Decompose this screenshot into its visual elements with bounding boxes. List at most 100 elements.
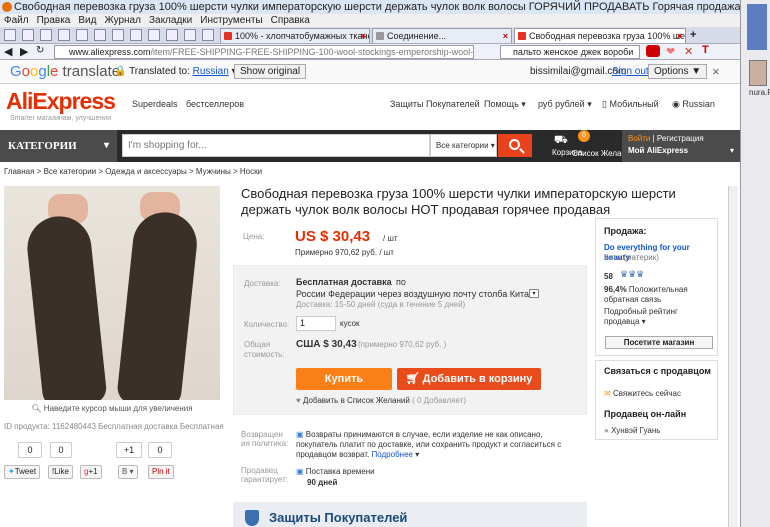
menu-tools[interactable]: Инструменты [200, 15, 262, 26]
visit-store-button[interactable]: Посетите магазин [605, 336, 713, 349]
price-section: Цена: US $ 30,43 / шт Примерно 970,62 ру… [233, 222, 587, 262]
menu-help[interactable]: Справка [271, 15, 310, 26]
pinned-tab-icon[interactable] [22, 29, 34, 41]
avatar[interactable] [749, 60, 767, 86]
currency-menu[interactable]: руб рублей ▾ [538, 99, 592, 110]
product-image[interactable] [4, 186, 220, 400]
pinned-tab-icon[interactable] [4, 29, 16, 41]
gplus-button[interactable]: g+1 [80, 465, 102, 479]
add-to-cart-button[interactable]: 🛒︎ Добавить в корзину [397, 368, 541, 390]
bestsellers-link[interactable]: бестселлеров [186, 99, 244, 109]
buyer-protection-link[interactable]: Защиты Покупателей [390, 99, 480, 109]
addon-icon[interactable] [646, 45, 660, 57]
pinned-tab-icon[interactable] [94, 29, 106, 41]
categories-button[interactable]: КАТЕГОРИИ [0, 130, 117, 162]
shield-icon [245, 510, 259, 526]
shipping-to: по [396, 277, 406, 287]
sign-out-link[interactable]: Sign out [612, 66, 649, 77]
tweet-button[interactable]: ✦Tweet [4, 465, 41, 479]
language-link[interactable]: ◉ Russian [672, 99, 715, 110]
new-tab-icon[interactable]: + [690, 29, 702, 41]
language-select[interactable]: Russian [193, 66, 229, 77]
search-category-select[interactable]: Все категории ▾ [430, 134, 497, 157]
options-button[interactable]: Options ▼ [648, 64, 708, 79]
buy-now-button[interactable]: Купить [296, 368, 392, 390]
share-button[interactable]: B ▾ [118, 465, 138, 479]
purchase-panel: Доставка: Бесплатная доставка по России … [233, 265, 587, 415]
quantity-unit: кусок [340, 319, 360, 328]
medal-icon: ♛♛♛ [620, 269, 645, 279]
pinned-tab-icon[interactable] [58, 29, 70, 41]
returns-label: Возвращен ия политика: [241, 430, 289, 448]
quantity-input[interactable]: 1 [296, 316, 336, 331]
mobile-icon: ▯ [602, 99, 607, 109]
help-menu[interactable]: Помощь ▾ [484, 99, 526, 110]
pinned-tab-icon[interactable] [130, 29, 142, 41]
register-link[interactable]: Регистрация [657, 134, 704, 143]
total-price: США $ 30,43 [296, 339, 357, 350]
menu-edit[interactable]: Правка [37, 15, 71, 26]
side-label: nura.Fe [749, 88, 770, 97]
more-link[interactable]: Подробнее [371, 450, 413, 459]
status-icon: ● [604, 426, 609, 435]
returns-policy: ▣ Возвраты принимаются в случае, если из… [296, 430, 562, 459]
close-tab-icon[interactable]: × [503, 29, 508, 43]
pinned-tab-icon[interactable] [76, 29, 88, 41]
menu-bookmarks[interactable]: Закладки [149, 15, 192, 26]
contact-title: Связаться с продавцом [604, 366, 711, 376]
back-icon[interactable]: ◀ [4, 45, 12, 58]
url-bar[interactable]: www.aliexpress.com/item/FREE-SHIPPING-FR… [54, 45, 474, 59]
contact-now-link[interactable]: ✉ Свяжитесь сейчас [604, 389, 681, 399]
browser-search-input[interactable]: пальто женское джек вороби [500, 45, 640, 59]
pinterest-button[interactable]: Pin it [148, 465, 174, 479]
tab-connecting[interactable]: Соединение... × [372, 28, 512, 43]
menu-file[interactable]: Файл [4, 15, 29, 26]
tab-cotton[interactable]: 100% - хлопчатобумажных тканей, ...× [220, 28, 370, 43]
breadcrumb[interactable]: Главная > Все категории > Одежда и аксес… [4, 167, 262, 176]
tab-bar: 100% - хлопчатобумажных тканей, ...× Сое… [0, 27, 740, 44]
close-tab-icon[interactable]: × [361, 29, 366, 43]
window-title-bar: Свободная перевозка груза 100% шерсти чу… [0, 0, 740, 14]
menu-view[interactable]: Вид [78, 15, 96, 26]
check-icon: ▣ [296, 430, 304, 439]
addon-icon[interactable]: T [702, 44, 709, 56]
navigation-bar: ◀ ▶ ↻ www.aliexpress.com/item/FREE-SHIPP… [0, 44, 740, 60]
pinned-tab-icon[interactable] [166, 29, 178, 41]
mobile-link[interactable]: ▯ Мобильный [602, 99, 659, 110]
pinned-tab-icon[interactable] [184, 29, 196, 41]
scrollbar[interactable] [728, 186, 738, 527]
search-button[interactable] [498, 134, 532, 157]
account-menu[interactable]: Войти | Регистрация Мой AliExpress ▾ [622, 130, 740, 162]
mail-icon: ✉ [604, 389, 611, 398]
tab-current-product[interactable]: Свободная перевозка груза 100% шерсти ..… [514, 28, 686, 43]
shipping-time: Доставка: 15-50 дней (суда в течение 5 д… [296, 300, 466, 309]
addon-icon[interactable]: ✕ [684, 45, 693, 58]
shipping-method: России Федерации через воздушную почту с… [296, 289, 530, 299]
add-to-wishlist-link[interactable]: ♥ Добавить в Список Желаний ( 0 Добавляе… [296, 396, 466, 405]
show-original-button[interactable]: Show original [234, 64, 307, 79]
tweet-count: 0 [18, 442, 42, 458]
online-seller-link[interactable]: ● Хунвэй Гуань [604, 426, 660, 436]
total-label: Общая [244, 340, 271, 349]
pinned-tab-icon[interactable] [112, 29, 124, 41]
guarantee-delivery: ▣ Поставка времени [296, 467, 375, 476]
facebook-like-button[interactable]: fLike [48, 465, 73, 479]
close-icon[interactable]: × [712, 64, 720, 79]
pinned-tab-icon[interactable] [148, 29, 160, 41]
login-link[interactable]: Войти [628, 134, 650, 143]
side-thumbnail [747, 4, 767, 50]
addon-icon[interactable]: ❤ [666, 45, 675, 58]
online-title: Продавец он-лайн [604, 409, 687, 419]
pinned-tab-icon[interactable] [40, 29, 52, 41]
close-tab-icon[interactable]: × [677, 29, 682, 43]
pinned-tab-icon[interactable] [202, 29, 214, 41]
aliexpress-logo[interactable]: AliExpress [6, 88, 116, 115]
superdeals-link[interactable]: Superdeals [132, 99, 178, 109]
search-input[interactable]: I'm shopping for... [122, 134, 430, 157]
shipping-dropdown-icon[interactable]: ▾ [529, 289, 539, 298]
reload-icon[interactable]: ↻ [36, 45, 44, 56]
forward-icon[interactable]: ▶ [20, 45, 28, 58]
menu-history[interactable]: Журнал [104, 15, 141, 26]
feedback-percent: 96,4% [604, 285, 627, 294]
detailed-rating-link[interactable]: Подробный рейтинг продавца ▾ [604, 307, 712, 327]
